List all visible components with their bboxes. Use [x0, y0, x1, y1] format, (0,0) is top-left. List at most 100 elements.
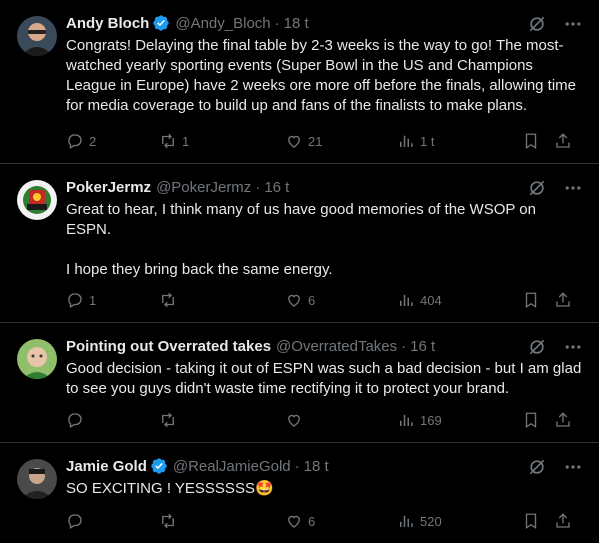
tweet[interactable]: Pointing out Overrated takes @OverratedT… [0, 323, 599, 443]
author-name[interactable]: PokerJermz [66, 179, 151, 196]
views-button[interactable]: 404 [397, 291, 522, 309]
separator-dot: · [274, 14, 280, 32]
reply-icon [68, 514, 82, 529]
timestamp[interactable]: 16 t [264, 179, 289, 196]
views-icon [400, 414, 413, 426]
avatar[interactable] [17, 459, 57, 499]
like-count: 6 [308, 292, 316, 308]
heart-icon [288, 135, 300, 148]
bookmark-icon [525, 292, 537, 309]
tweet-text: Congrats! Delaying the final table by 2-… [66, 37, 581, 114]
views-button[interactable]: 520 [397, 512, 522, 530]
bookmark-button[interactable] [522, 512, 540, 530]
header-icons [527, 337, 583, 357]
more-options-icon[interactable] [563, 337, 583, 357]
header-icons [527, 178, 583, 198]
tweet-text: Good decision - taking it out of ESPN wa… [66, 360, 586, 397]
views-icon [400, 515, 413, 527]
author-handle[interactable]: @Andy_Bloch [175, 15, 270, 32]
more-options-icon[interactable] [563, 457, 583, 477]
separator-dot: · [294, 457, 300, 475]
reply-icon [68, 134, 82, 149]
share-button[interactable] [554, 291, 572, 309]
verified-badge-icon [151, 458, 167, 474]
tweet[interactable]: PokerJermz @PokerJermz · 16 t Great to h… [0, 164, 599, 323]
bookmark-icon [525, 133, 537, 150]
tweet-text: SO EXCITING ! YESSSSSS🤩 [66, 480, 274, 497]
tweet[interactable]: Andy Bloch @Andy_Bloch · 18 t Congrats! … [0, 0, 599, 164]
heart-icon [288, 414, 300, 427]
author-handle[interactable]: @RealJamieGold [173, 458, 291, 475]
bookmark-button[interactable] [522, 411, 540, 429]
views-icon [400, 135, 413, 147]
like-count: 21 [308, 133, 323, 149]
separator-dot: · [401, 337, 407, 355]
reply-count: 1 [89, 292, 97, 308]
verified-badge-icon [153, 15, 170, 31]
header-icons [527, 14, 583, 34]
reply-button[interactable] [66, 411, 159, 429]
bookmark-icon [525, 513, 537, 530]
views-button[interactable]: 169 [397, 411, 522, 429]
like-button[interactable]: 6 [285, 512, 397, 530]
share-button[interactable] [554, 411, 572, 429]
author-handle[interactable]: @PokerJermz [156, 179, 251, 196]
reply-button[interactable] [66, 512, 159, 530]
heart-icon [288, 515, 300, 528]
retweet-button[interactable] [159, 512, 285, 530]
grok-icon[interactable] [527, 178, 547, 198]
views-count: 169 [420, 412, 442, 428]
share-button[interactable] [554, 132, 572, 150]
views-button[interactable]: 1 t [397, 132, 522, 150]
action-bar: 169 [66, 410, 583, 430]
reply-button[interactable]: 1 [66, 291, 159, 309]
share-icon [556, 133, 570, 148]
grok-icon[interactable] [527, 457, 547, 477]
like-button[interactable] [285, 411, 397, 429]
like-button[interactable]: 6 [285, 291, 397, 309]
timestamp[interactable]: 18 t [284, 15, 309, 32]
retweet-count: 1 [182, 133, 190, 149]
tweet[interactable]: Jamie Gold @RealJamieGold · 18 t SO EXCI… [0, 443, 599, 543]
views-count: 404 [420, 292, 442, 308]
retweet-button[interactable] [159, 291, 285, 309]
retweet-icon [162, 292, 174, 308]
author-name[interactable]: Pointing out Overrated takes [66, 338, 271, 355]
bookmark-button[interactable] [522, 291, 540, 309]
tweet-header: Andy Bloch @Andy_Bloch · 18 t [66, 12, 583, 34]
share-button[interactable] [554, 512, 572, 530]
views-count: 1 t [420, 133, 435, 149]
avatar[interactable] [17, 180, 57, 220]
like-button[interactable]: 21 [285, 132, 397, 150]
header-icons [527, 457, 583, 477]
reply-feed: Andy Bloch @Andy_Bloch · 18 t Congrats! … [0, 0, 599, 543]
avatar[interactable] [17, 339, 57, 379]
reply-button[interactable]: 2 [66, 132, 159, 150]
retweet-icon [162, 133, 174, 149]
views-icon [400, 294, 413, 306]
tweet-header: Pointing out Overrated takes @OverratedT… [66, 335, 583, 357]
separator-dot: · [255, 178, 261, 196]
reply-icon [68, 413, 82, 428]
tweet-header: Jamie Gold @RealJamieGold · 18 t [66, 455, 583, 477]
more-options-icon[interactable] [563, 178, 583, 198]
heart-icon [288, 294, 300, 307]
timestamp[interactable]: 18 t [304, 458, 329, 475]
timestamp[interactable]: 16 t [410, 338, 435, 355]
action-bar: 2 1 21 1 t [66, 131, 583, 151]
avatar[interactable] [17, 16, 57, 56]
author-name[interactable]: Andy Bloch [66, 15, 149, 32]
action-bar: 6 520 [66, 511, 583, 531]
more-options-icon[interactable] [563, 14, 583, 34]
bookmark-icon [525, 412, 537, 429]
retweet-button[interactable] [159, 411, 285, 429]
author-handle[interactable]: @OverratedTakes [276, 338, 397, 355]
grok-icon[interactable] [527, 14, 547, 34]
author-name[interactable]: Jamie Gold [66, 458, 147, 475]
retweet-icon [162, 412, 174, 428]
views-count: 520 [420, 513, 442, 529]
retweet-button[interactable]: 1 [159, 132, 285, 150]
bookmark-button[interactable] [522, 132, 540, 150]
grok-icon[interactable] [527, 337, 547, 357]
tweet-header: PokerJermz @PokerJermz · 16 t [66, 176, 583, 198]
